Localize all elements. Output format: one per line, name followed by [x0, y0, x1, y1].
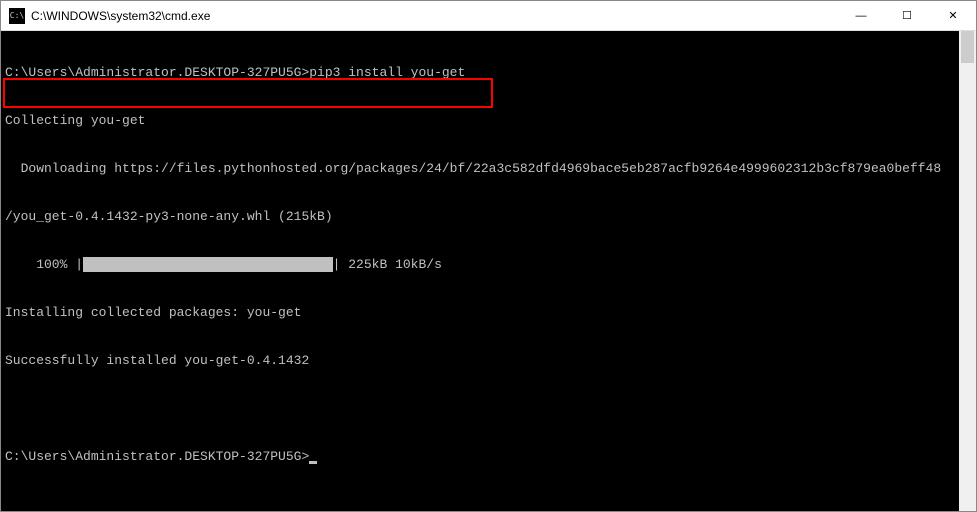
maximize-icon: ☐ [902, 9, 912, 22]
maximize-button[interactable]: ☐ [884, 1, 930, 30]
terminal-line: Collecting you-get [5, 113, 955, 129]
annotation-highlight-box [3, 78, 493, 108]
prompt-text: C:\Users\Administrator.DESKTOP-327PU5G> [5, 65, 309, 80]
cmd-icon-label: C:\ [10, 11, 24, 20]
command-text: pip3 install you-get [309, 65, 465, 80]
progress-bar: ████████████████████████████████ [83, 257, 333, 272]
window-titlebar: C:\ C:\WINDOWS\system32\cmd.exe — ☐ ✕ [1, 1, 976, 31]
cmd-icon: C:\ [9, 8, 25, 24]
terminal-line: C:\Users\Administrator.DESKTOP-327PU5G>p… [5, 65, 955, 81]
terminal-area: C:\Users\Administrator.DESKTOP-327PU5G>p… [1, 31, 976, 511]
terminal-line: /you_get-0.4.1432-py3-none-any.whl (215k… [5, 209, 955, 225]
terminal-line: C:\Users\Administrator.DESKTOP-327PU5G> [5, 449, 955, 465]
window-controls: — ☐ ✕ [838, 1, 976, 30]
terminal-line: Downloading https://files.pythonhosted.o… [5, 161, 955, 177]
window-title: C:\WINDOWS\system32\cmd.exe [31, 9, 838, 23]
scrollbar-thumb[interactable] [961, 31, 974, 63]
terminal-line [5, 401, 955, 417]
prompt-text: C:\Users\Administrator.DESKTOP-327PU5G> [5, 449, 309, 464]
terminal-line: Successfully installed you-get-0.4.1432 [5, 353, 955, 369]
minimize-button[interactable]: — [838, 1, 884, 30]
progress-line: 100% |████████████████████████████████| … [5, 257, 955, 273]
close-button[interactable]: ✕ [930, 1, 976, 30]
close-icon: ✕ [948, 9, 957, 22]
terminal-line: Installing collected packages: you-get [5, 305, 955, 321]
progress-percent: 100% | [5, 257, 83, 272]
terminal-content[interactable]: C:\Users\Administrator.DESKTOP-327PU5G>p… [1, 31, 959, 511]
cursor [309, 461, 317, 464]
minimize-icon: — [856, 10, 867, 22]
vertical-scrollbar[interactable] [959, 31, 976, 511]
progress-stats: | 225kB 10kB/s [333, 257, 442, 272]
